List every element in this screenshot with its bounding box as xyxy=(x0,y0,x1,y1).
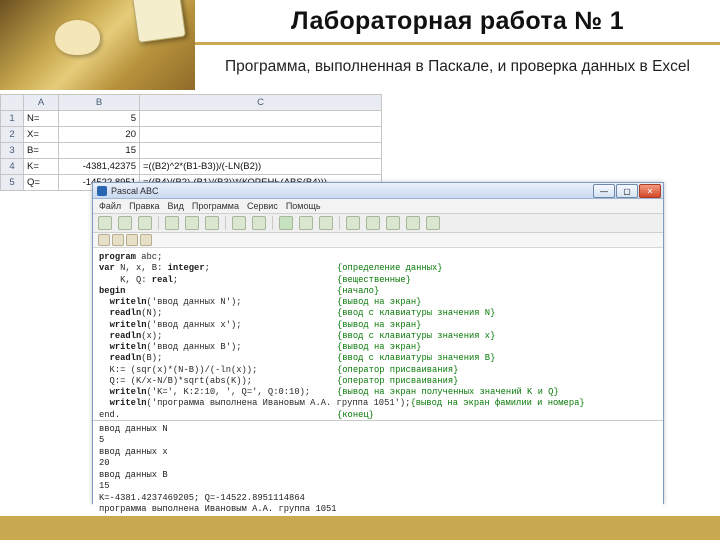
minimize-button[interactable]: — xyxy=(593,184,615,198)
copy-icon[interactable] xyxy=(185,216,199,230)
maximize-button[interactable]: ▢ xyxy=(616,184,638,198)
slide-footer-bar xyxy=(0,516,720,540)
run-icon[interactable] xyxy=(279,216,293,230)
table-row: 2X=20 xyxy=(1,127,382,143)
ide-titlebar: Pascal ABC — ▢ ✕ xyxy=(93,183,663,199)
toolbar-icon[interactable] xyxy=(406,216,420,230)
page-title: Лабораторная работа № 1 xyxy=(195,0,720,45)
toolbar-icon[interactable] xyxy=(98,234,110,246)
menu-view[interactable]: Вид xyxy=(168,201,184,211)
output-pane: ввод данных N5ввод данных x20ввод данных… xyxy=(93,421,663,518)
page-subtitle: Программа, выполненная в Паскале, и пров… xyxy=(195,45,720,89)
keycap-graphic xyxy=(132,0,186,43)
paste-icon[interactable] xyxy=(205,216,219,230)
code-editor[interactable]: program abc;var N, x, B: integer;{опреде… xyxy=(93,248,663,421)
redo-icon[interactable] xyxy=(252,216,266,230)
stop-icon[interactable] xyxy=(299,216,313,230)
ide-toolbar2 xyxy=(93,233,663,248)
step-icon[interactable] xyxy=(319,216,333,230)
undo-icon[interactable] xyxy=(232,216,246,230)
toolbar-icon[interactable] xyxy=(140,234,152,246)
toolbar-icon[interactable] xyxy=(112,234,124,246)
table-row: 3B=15 xyxy=(1,143,382,159)
save-icon[interactable] xyxy=(138,216,152,230)
toolbar-icon[interactable] xyxy=(346,216,360,230)
menu-help[interactable]: Помощь xyxy=(286,201,321,211)
toolbar-icon[interactable] xyxy=(386,216,400,230)
ide-menubar: Файл Правка Вид Программа Сервис Помощь xyxy=(93,199,663,214)
col-header-a: A xyxy=(24,95,59,111)
toolbar-icon[interactable] xyxy=(366,216,380,230)
excel-grid: A B C 1N=5 2X=20 3B=15 4K=-4381,42375=((… xyxy=(0,94,382,191)
menu-edit[interactable]: Правка xyxy=(129,201,159,211)
col-header-c: C xyxy=(140,95,382,111)
slide-decoration xyxy=(0,0,195,90)
table-row: 1N=5 xyxy=(1,111,382,127)
ide-toolbar xyxy=(93,214,663,233)
col-header-b: B xyxy=(59,95,140,111)
cut-icon[interactable] xyxy=(165,216,179,230)
menu-file[interactable]: Файл xyxy=(99,201,121,211)
menu-program[interactable]: Программа xyxy=(192,201,239,211)
toolbar-icon[interactable] xyxy=(126,234,138,246)
open-icon[interactable] xyxy=(118,216,132,230)
app-icon xyxy=(97,186,107,196)
toolbar-icon[interactable] xyxy=(426,216,440,230)
pascal-ide-window: Pascal ABC — ▢ ✕ Файл Правка Вид Програм… xyxy=(92,182,664,504)
col-corner xyxy=(1,95,24,111)
close-button[interactable]: ✕ xyxy=(639,184,661,198)
excel-header-row: A B C xyxy=(1,95,382,111)
ide-title: Pascal ABC xyxy=(111,186,159,196)
new-icon[interactable] xyxy=(98,216,112,230)
menu-service[interactable]: Сервис xyxy=(247,201,278,211)
table-row: 4K=-4381,42375=((B2)^2*(B1-B3))/(-LN(B2)… xyxy=(1,159,382,175)
